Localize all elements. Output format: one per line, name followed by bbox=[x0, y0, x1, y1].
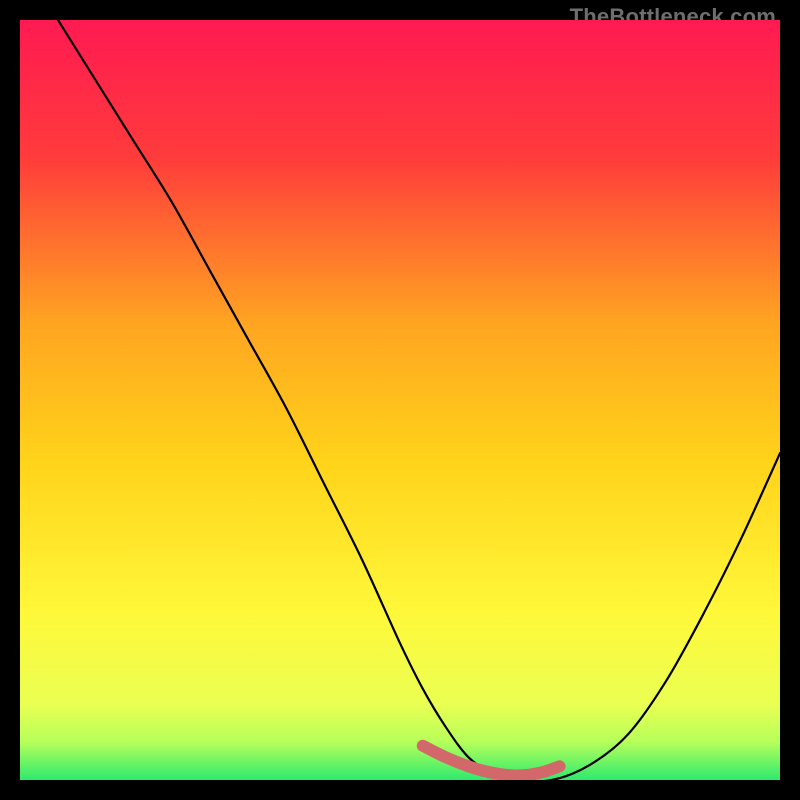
chart-background-gradient bbox=[20, 20, 780, 780]
chart-frame bbox=[20, 20, 780, 780]
